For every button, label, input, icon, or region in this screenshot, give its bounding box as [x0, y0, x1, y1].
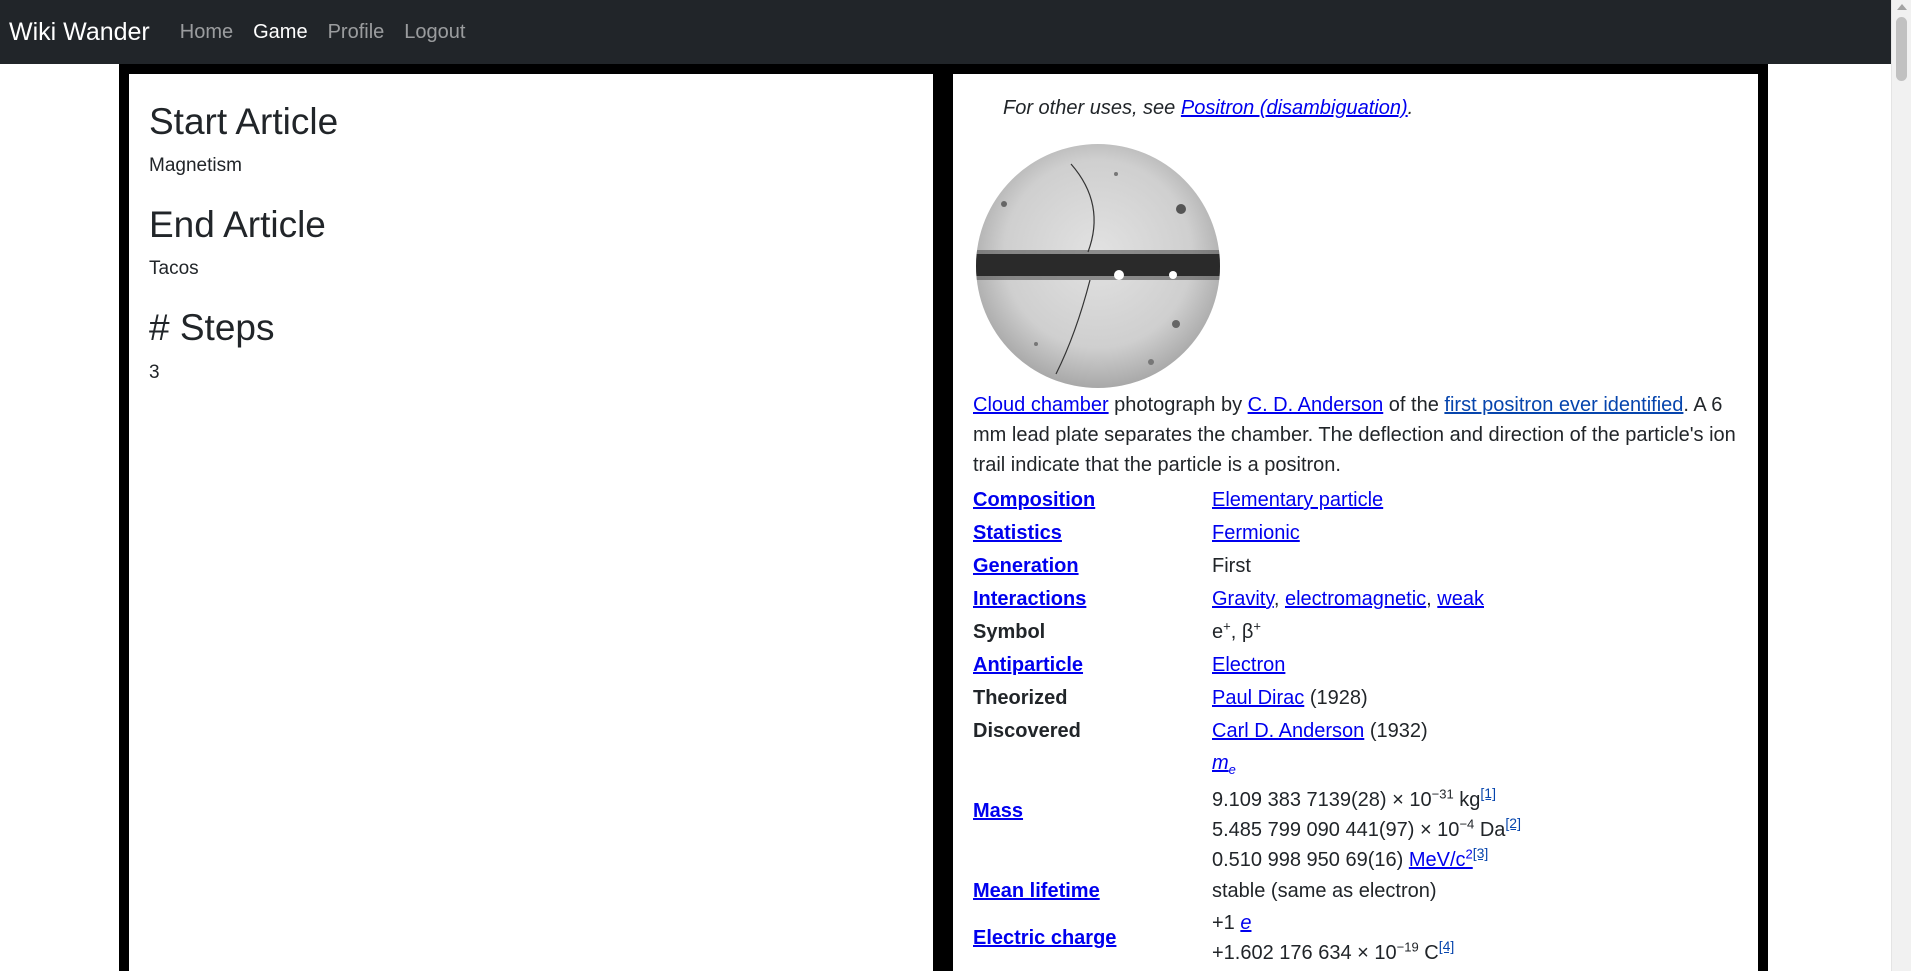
- infobox-row-statistics: Statistics Fermionic: [973, 517, 1521, 550]
- anderson-link[interactable]: C. D. Anderson: [1248, 394, 1384, 416]
- hatnote: For other uses, see Positron (disambigua…: [1003, 97, 1414, 119]
- ref-3-link[interactable]: [3]: [1473, 845, 1489, 861]
- composition-label[interactable]: Composition: [973, 489, 1095, 511]
- nav-profile-link[interactable]: Profile: [328, 21, 385, 44]
- scroll-up-arrow-icon[interactable]: [1897, 4, 1907, 10]
- interactions-label[interactable]: Interactions: [973, 588, 1086, 610]
- top-navbar: Wiki Wander Home Game Profile Logout: [0, 0, 1911, 64]
- cloud-chamber-photo[interactable]: [976, 144, 1220, 388]
- electron-link[interactable]: Electron: [1212, 654, 1285, 676]
- composition-value[interactable]: Elementary particle: [1212, 489, 1383, 511]
- infobox-row-symbol: Symbol e+, β+: [973, 616, 1521, 649]
- elementary-charge-link[interactable]: e: [1240, 912, 1251, 934]
- brand-link[interactable]: Wiki Wander: [9, 18, 150, 47]
- dirac-link[interactable]: Paul Dirac: [1212, 687, 1304, 709]
- page-scrollbar[interactable]: [1891, 0, 1911, 971]
- electromagnetic-link[interactable]: electromagnetic: [1285, 588, 1426, 610]
- mass-label[interactable]: Mass: [973, 800, 1023, 822]
- symbol-label: Symbol: [973, 621, 1046, 643]
- lifetime-value: stable (same as electron): [1212, 880, 1437, 902]
- infobox-row-mass: Mass me 9.109 383 7139(28) × 10−31 kg[1]…: [973, 748, 1521, 875]
- infobox-row-discovered: Discovered Carl D. Anderson (1932): [973, 715, 1521, 748]
- infobox-row-interactions: Interactions Gravity, electromagnetic, w…: [973, 588, 1484, 610]
- nav-home-link[interactable]: Home: [180, 21, 233, 44]
- symbol-value: e+, β+: [1212, 618, 1261, 643]
- infobox-row-antiparticle: Antiparticle Electron: [973, 649, 1521, 682]
- infobox: Composition Elementary particle Statisti…: [973, 484, 1521, 968]
- mean-lifetime-label[interactable]: Mean lifetime: [973, 880, 1100, 902]
- start-article-value: Magnetism: [149, 155, 242, 177]
- theorized-label: Theorized: [973, 687, 1068, 709]
- steps-value: 3: [149, 361, 160, 383]
- photo-caption: Cloud chamber photograph by C. D. Anders…: [973, 394, 1736, 476]
- article-panel[interactable]: For other uses, see Positron (disambigua…: [953, 74, 1758, 971]
- first-positron-link[interactable]: first positron ever identified: [1444, 394, 1683, 416]
- anderson-discovered-link[interactable]: Carl D. Anderson: [1212, 720, 1364, 742]
- scroll-thumb[interactable]: [1896, 17, 1907, 81]
- antiparticle-label[interactable]: Antiparticle: [973, 654, 1083, 676]
- end-article-value: Tacos: [149, 258, 199, 280]
- statistics-value[interactable]: Fermionic: [1212, 522, 1300, 544]
- game-info-panel: Start Article Magnetism End Article Taco…: [129, 74, 933, 971]
- discovered-label: Discovered: [973, 720, 1081, 742]
- game-frame: Start Article Magnetism End Article Taco…: [119, 64, 1768, 971]
- disambiguation-link[interactable]: Positron (disambiguation): [1181, 97, 1408, 119]
- ref-2-link[interactable]: [2]: [1505, 815, 1521, 831]
- mass-value: me 9.109 383 7139(28) × 10−31 kg[1] 5.48…: [1212, 752, 1521, 871]
- infobox-row-charge: Electric charge +1 e +1.602 176 634 × 10…: [973, 908, 1521, 968]
- nav-logout-link[interactable]: Logout: [404, 21, 465, 44]
- ref-1-link[interactable]: [1]: [1480, 785, 1496, 801]
- start-article-heading: Start Article: [149, 101, 339, 142]
- infobox-row-composition: Composition Elementary particle: [973, 484, 1521, 517]
- infobox-row-generation: Generation First: [973, 550, 1521, 583]
- infobox-row-theorized: Theorized Paul Dirac (1928): [973, 682, 1521, 715]
- generation-value: First: [1212, 555, 1251, 577]
- electric-charge-label[interactable]: Electric charge: [973, 927, 1116, 949]
- generation-label[interactable]: Generation: [973, 555, 1079, 577]
- statistics-label[interactable]: Statistics: [973, 522, 1062, 544]
- weak-link[interactable]: weak: [1437, 588, 1484, 610]
- ref-4-link[interactable]: [4]: [1439, 938, 1455, 954]
- mev-link[interactable]: MeV/c2: [1409, 847, 1473, 871]
- infobox-row-lifetime: Mean lifetime stable (same as electron): [973, 875, 1521, 908]
- charge-value: +1 e +1.602 176 634 × 10−19 C[4]: [1212, 912, 1455, 964]
- gravity-link[interactable]: Gravity: [1212, 588, 1274, 610]
- cloud-chamber-link[interactable]: Cloud chamber: [973, 394, 1109, 416]
- nav-game-link[interactable]: Game: [253, 21, 307, 44]
- end-article-heading: End Article: [149, 204, 326, 246]
- steps-heading: # Steps: [149, 307, 275, 349]
- mass-symbol-link[interactable]: me: [1212, 752, 1236, 777]
